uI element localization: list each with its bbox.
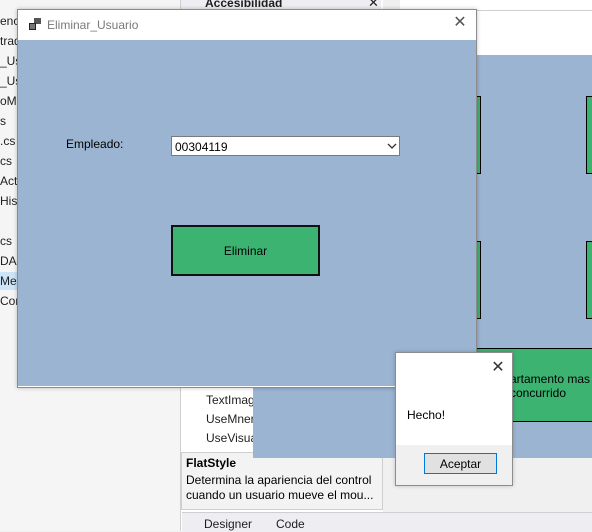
background-form-button[interactable] — [586, 96, 592, 174]
close-icon[interactable]: ✕ — [450, 13, 470, 33]
background-form-button-label: artamento mas concurrido — [510, 372, 591, 400]
message-text: Hecho! — [407, 408, 446, 422]
empleado-combobox-value: 00304119 — [175, 140, 228, 154]
tab-designer[interactable]: Designer — [204, 517, 252, 531]
property-description-title: FlatStyle — [186, 456, 237, 470]
background-form-body-lower — [253, 386, 398, 458]
empleado-label: Empleado: — [66, 137, 124, 151]
eliminar-button-label: Eliminar — [223, 244, 268, 258]
property-row[interactable]: UseVisua — [206, 431, 257, 445]
property-row[interactable]: UseMner — [206, 412, 255, 426]
property-description-text: Determina la apariencia del control cuan… — [186, 473, 374, 502]
background-form-header — [476, 11, 592, 55]
app-icon — [29, 18, 41, 30]
tab-code[interactable]: Code — [276, 517, 305, 531]
window-title: Eliminar_Usuario — [47, 18, 139, 32]
property-row[interactable]: TextImag — [206, 393, 255, 407]
aceptar-button-label: Aceptar — [439, 457, 482, 471]
close-icon[interactable]: ✕ — [488, 358, 508, 378]
window-client-area — [18, 40, 476, 386]
chevron-down-icon[interactable] — [385, 138, 399, 154]
background-form-button[interactable] — [586, 241, 592, 319]
